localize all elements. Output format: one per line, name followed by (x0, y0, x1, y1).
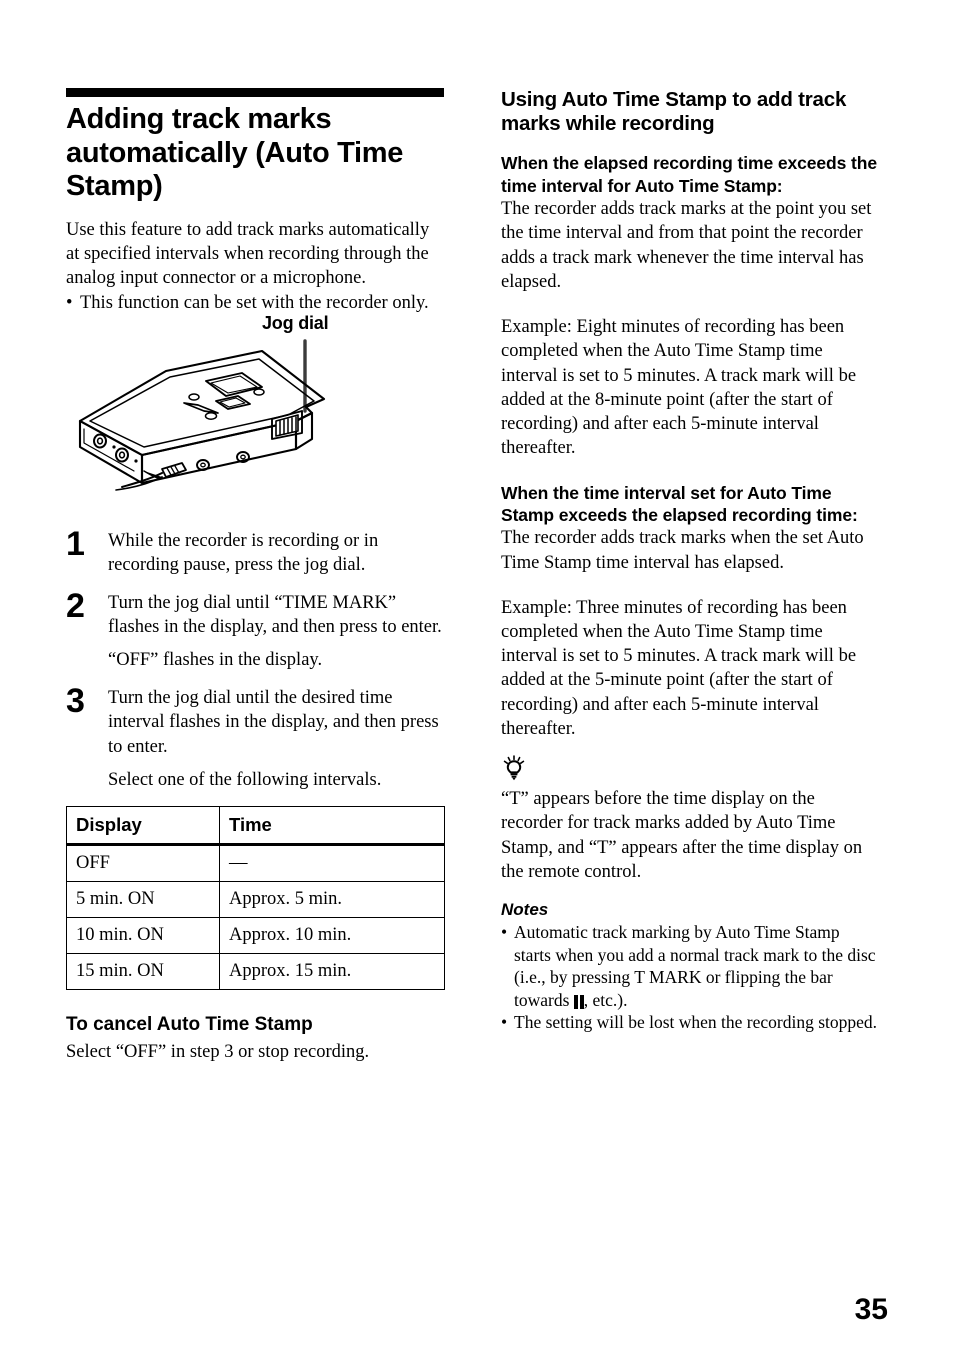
step-text: While the recorder is recording or in re… (108, 530, 379, 576)
table-row: 10 min. ON Approx. 10 min. (66, 917, 445, 955)
section-heading: Using Auto Time Stamp to add track marks… (501, 88, 847, 136)
left-column: Adding track marks automatically (Auto T… (66, 88, 445, 1065)
step-text-wrapper: Turn the jog dial until the desired time… (108, 686, 444, 793)
step-3: 3 Turn the jog dial until the desired ti… (66, 681, 444, 793)
page-number: 35 (854, 1293, 888, 1326)
step-text: Turn the jog dial until “TIME MARK” flas… (108, 592, 442, 638)
step-text: Turn the jog dial until the desired time… (108, 687, 439, 757)
step-text-wrapper: Turn the jog dial until “TIME MARK” flas… (108, 591, 444, 673)
notes-section: Notes Automatic track marking by Auto Ti… (501, 900, 879, 1034)
manual-page: Adding track marks automatically (Auto T… (0, 0, 954, 1357)
note-text-before-glyph: Automatic track marking by Auto Time Sta… (514, 922, 876, 1010)
cell-display: OFF (66, 844, 220, 883)
tip-section: “T” appears before the time display on t… (501, 755, 879, 884)
case-2-heading: When the time interval set for Auto Time… (501, 482, 858, 525)
case-2-example: Example: Three minutes of recording has … (501, 597, 857, 739)
step-number: 1 (66, 524, 85, 563)
cell-time: — (219, 844, 445, 883)
cell-time: Approx. 10 min. (219, 917, 445, 955)
cell-display: 5 min. ON (66, 881, 220, 919)
note-text-after-glyph: , etc.). (583, 989, 628, 1010)
list-item: This function can be set with the record… (66, 291, 444, 315)
case-2-body: The recorder adds track marks when the s… (501, 528, 864, 573)
pause-symbol-icon (573, 993, 584, 1012)
step-number: 3 (66, 681, 85, 720)
cell-time: Approx. 15 min. (219, 953, 445, 991)
light-bulb-icon (501, 755, 879, 786)
step-subtext: Select one of the following intervals. (108, 770, 382, 791)
jog-dial-label: Jog dial (262, 312, 329, 333)
cell-display: 10 min. ON (66, 917, 220, 955)
right-column: Using Auto Time Stamp to add track marks… (501, 88, 879, 1034)
step-1: 1 While the recorder is recording or in … (66, 524, 444, 578)
step-text-wrapper: While the recorder is recording or in re… (108, 529, 444, 578)
case-1-heading: When the elapsed recording time exceeds … (501, 153, 877, 196)
step-2: 2 Turn the jog dial until “TIME MARK” fl… (66, 586, 444, 673)
list-item: The setting will be lost when the record… (501, 1011, 879, 1034)
intro-paragraph: Use this feature to add track marks auto… (66, 219, 430, 289)
column-header-time: Time (219, 806, 445, 847)
table-row: 15 min. ON Approx. 15 min. (66, 953, 445, 991)
cancel-text: Select “OFF” in step 3 or stop recording… (66, 1042, 370, 1063)
cancel-section: To cancel Auto Time Stamp Select “OFF” i… (66, 1014, 444, 1064)
case-1-body: The recorder adds track marks at the poi… (501, 199, 872, 292)
tip-text: “T” appears before the time display on t… (501, 789, 863, 882)
notes-list: Automatic track marking by Auto Time Sta… (501, 921, 879, 1033)
step-subtext: “OFF” flashes in the display. (108, 650, 323, 671)
recorder-figure: Jog dial (66, 313, 444, 523)
table-header-row: Display Time (66, 806, 445, 847)
notes-heading: Notes (501, 900, 549, 920)
cell-time: Approx. 5 min. (219, 881, 445, 919)
table-row: OFF — (66, 844, 445, 883)
chapter-rule (66, 88, 444, 97)
column-header-display: Display (66, 806, 220, 847)
table-row: 5 min. ON Approx. 5 min. (66, 881, 445, 919)
step-list: 1 While the recorder is recording or in … (66, 524, 444, 793)
cell-display: 15 min. ON (66, 953, 220, 991)
step-number: 2 (66, 586, 85, 625)
list-item: Automatic track marking by Auto Time Sta… (501, 921, 879, 1011)
cancel-heading: To cancel Auto Time Stamp (66, 1014, 313, 1036)
case-1-example: Example: Eight minutes of recording has … (501, 317, 857, 459)
md-recorder-illustration (78, 339, 326, 491)
page-title: Adding track marks automatically (Auto T… (66, 103, 404, 203)
interval-table: Display Time OFF — 5 min. ON Approx. 5 m… (66, 806, 445, 991)
intro-bullet-list: This function can be set with the record… (66, 291, 444, 315)
